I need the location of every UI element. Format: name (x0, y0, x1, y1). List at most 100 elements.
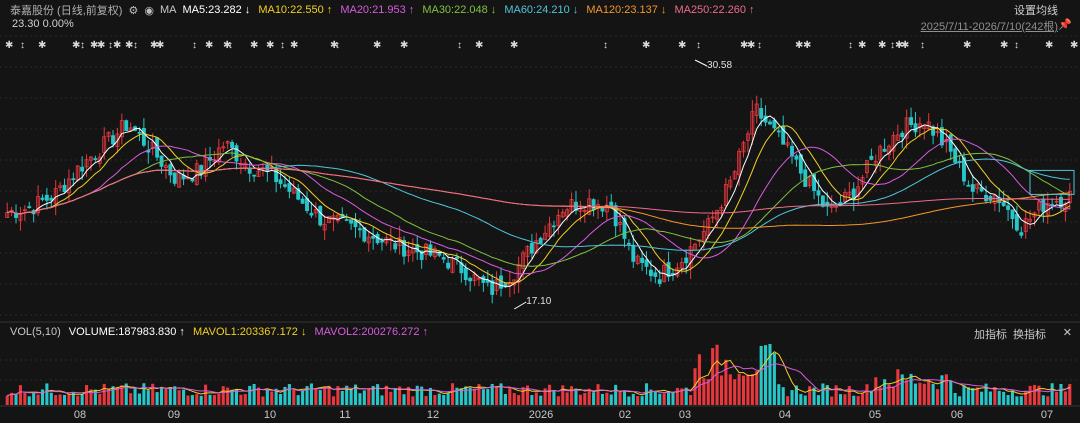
volume-tools: 加指标 换指标 (974, 326, 1046, 342)
volume-bar (495, 386, 499, 405)
event-mark-icon[interactable]: ✱ (156, 40, 164, 51)
candle-body (1001, 201, 1006, 207)
volume-bar (252, 383, 256, 405)
event-mark-icon[interactable]: ↕ (20, 40, 25, 51)
event-mark-icon[interactable]: ✱ (290, 40, 298, 51)
event-mark-icon[interactable]: ↕ (603, 40, 608, 51)
event-mark-icon[interactable]: ✱ (803, 40, 811, 51)
volume-bar (45, 383, 49, 405)
volume-bar (631, 393, 635, 405)
event-mark-icon[interactable]: ✱ (5, 40, 13, 51)
volume-bar (248, 385, 252, 405)
event-mark-icon[interactable]: ↕ (757, 40, 762, 51)
close-volume-button[interactable]: ✕ (1063, 326, 1072, 339)
volume-bar (556, 396, 560, 405)
volume-bar (411, 396, 415, 405)
volume-bar (1006, 395, 1010, 405)
volume-bar (962, 385, 966, 405)
event-mark-icon[interactable]: ✱ (38, 40, 46, 51)
add-indicator-button[interactable]: 加指标 (974, 326, 1007, 342)
event-mark-icon[interactable]: ↕ (1014, 40, 1019, 51)
event-mark-icon[interactable]: ↕ (280, 40, 285, 51)
chart-canvas[interactable] (0, 0, 1080, 423)
event-mark-icon[interactable]: ↕ (192, 40, 197, 51)
event-mark-icon[interactable]: ✱ (1000, 40, 1008, 51)
volume-bar (724, 359, 728, 405)
x-tick-label: 08 (73, 409, 87, 421)
volume-bar (861, 393, 865, 405)
event-mark-icon[interactable]: ✱ (475, 40, 483, 51)
event-mark-icon[interactable]: ↕ (848, 40, 853, 51)
volume-bar (570, 386, 574, 405)
volume-bar (918, 382, 922, 405)
event-mark-icon[interactable]: ✱ (747, 40, 755, 51)
volume-bar (309, 383, 313, 405)
volume-bar (592, 392, 596, 405)
event-mark-icon[interactable]: ✱ (97, 40, 105, 51)
event-mark-icon[interactable]: ✱ (1070, 40, 1078, 51)
event-mark-icon[interactable]: ↕ (80, 40, 85, 51)
ma60-line (7, 158, 1070, 251)
x-tick-label: 09 (167, 409, 181, 421)
event-mark-icon[interactable]: ↕ (228, 40, 233, 51)
ma120-line (7, 167, 1070, 229)
volume-bar (129, 393, 133, 405)
volume-value: VOLUME:187983.830 ↑ (68, 326, 185, 338)
event-mark-icon[interactable]: ✱ (678, 40, 686, 51)
volume-bar (389, 391, 393, 405)
event-mark-icon[interactable]: ✱ (250, 40, 258, 51)
candle-body (600, 207, 605, 212)
candle-body (446, 262, 451, 269)
event-mark-icon[interactable]: ↕ (457, 40, 462, 51)
volume-bar (865, 384, 869, 405)
volume-bar (155, 392, 159, 405)
volume-bar (367, 387, 371, 405)
volume-bar (874, 377, 878, 405)
volume-bar (1055, 392, 1059, 405)
event-mark-icon[interactable]: ✱ (205, 40, 213, 51)
event-mark-icon[interactable]: ✱ (113, 40, 121, 51)
volume-bar (450, 383, 455, 405)
volume-bar (393, 387, 397, 405)
event-mark-icon[interactable]: ✱ (266, 40, 274, 51)
candle-body (287, 183, 292, 192)
candle-body (759, 108, 764, 119)
event-mark-icon[interactable]: ↕ (335, 40, 340, 51)
candle-body (283, 184, 287, 187)
event-mark-icon[interactable]: ↕ (920, 40, 925, 51)
candle-body (141, 128, 146, 146)
event-mark-icon[interactable]: ✱ (963, 40, 971, 51)
event-mark-icon[interactable]: ↕ (133, 40, 138, 51)
event-mark-icon[interactable]: ✱ (510, 40, 518, 51)
event-mark-icon[interactable]: ✱ (901, 40, 909, 51)
volume-bar (803, 395, 807, 405)
event-mark-icon[interactable]: ✱ (1045, 40, 1053, 51)
event-mark-icon[interactable]: ✱ (858, 40, 866, 51)
volume-bar (790, 390, 794, 405)
volume-bar (265, 390, 269, 405)
candle-body (626, 242, 631, 245)
switch-indicator-button[interactable]: 换指标 (1013, 326, 1046, 342)
volume-bar (296, 395, 300, 405)
volume-bar (927, 379, 931, 405)
candle-body (124, 120, 129, 132)
event-mark-icon[interactable]: ↕ (696, 40, 701, 51)
volume-bar (159, 387, 164, 405)
candle-body (948, 134, 953, 152)
volume-bar (662, 393, 666, 405)
event-mark-icon[interactable]: ✱ (373, 40, 381, 51)
volume-bar (896, 369, 900, 405)
volume-bar (993, 387, 997, 405)
volume-bar (728, 374, 732, 405)
candle-body (1019, 232, 1024, 236)
event-mark-icon[interactable]: ✱ (642, 40, 650, 51)
event-mark-icon[interactable]: ✱ (400, 40, 408, 51)
ma10-line (7, 125, 1071, 284)
candle-body (794, 155, 799, 160)
x-tick-label: 12 (426, 409, 440, 421)
volume-bar (195, 394, 199, 405)
volume-bar (190, 395, 194, 405)
volume-bar (481, 389, 485, 405)
low-price-label: 17.10 (526, 296, 552, 307)
event-mark-icon[interactable]: ✱ (878, 40, 886, 51)
